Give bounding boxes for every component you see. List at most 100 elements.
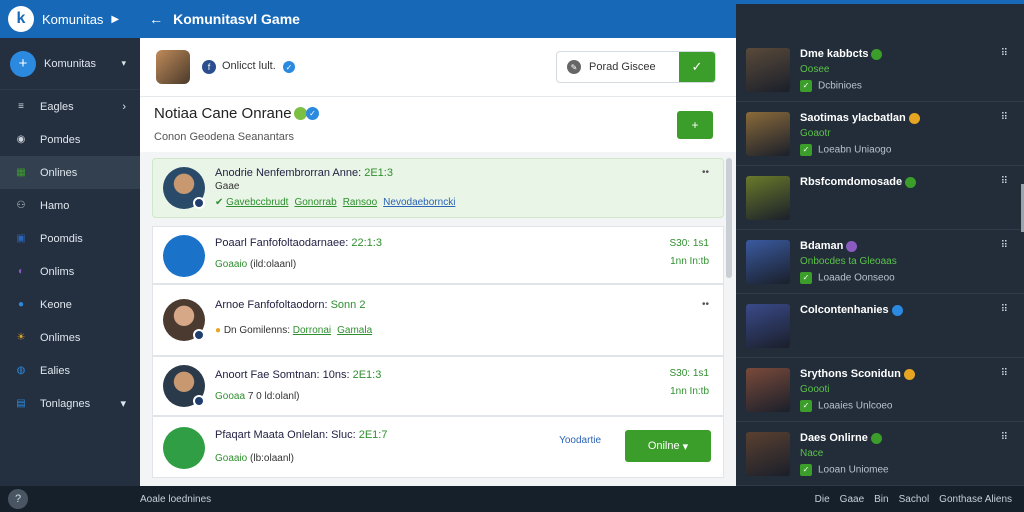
game-meta: Loeabn Uniaogo: [818, 144, 892, 156]
feed-card[interactable]: Anoort Fae Somtnan: 10ns: 2E1:3 Gooaa 7 …: [152, 356, 724, 416]
game-list-item[interactable]: Colcontenhanies ⠿: [736, 294, 1024, 358]
sidebar-item[interactable]: ≡ Eagles ›: [0, 90, 140, 123]
drag-handle-icon[interactable]: ⠿: [1001, 176, 1008, 187]
search-input[interactable]: ✎ Porad Giscee ✓: [556, 51, 716, 83]
back-icon[interactable]: ←: [149, 11, 163, 27]
game-list-item[interactable]: Bdaman Onbocdes ta Gleoaas ✓ Loaade Oonseoo…: [736, 230, 1024, 294]
sidebar-header[interactable]: + Komunitas ▾: [0, 38, 140, 90]
chevron-right-icon[interactable]: ▶: [111, 14, 119, 25]
right-panel: Dme kabbcts Oosee ✓ Dcbinioes ⠿ Saotimas ylac…: [736, 38, 1024, 486]
check-circle-icon: ✔: [215, 197, 227, 208]
game-list-item[interactable]: Srythons Sconidun Goooti ✓ Loaaies Unlcoeo ⠿: [736, 358, 1024, 422]
feed-card-highlighted[interactable]: Anodrie Nenfembrorran Anne: 2E1:3 Gaae ✔…: [152, 158, 724, 218]
tag-link[interactable]: Gavebccbrudt: [226, 197, 288, 208]
footer-link[interactable]: Bin: [874, 494, 888, 505]
feed-stat: S30: 1s1: [669, 238, 709, 249]
game-subtitle: Goooti: [800, 384, 830, 395]
footer-links: Die Gaae Bin Sachol Gonthase Aliens: [815, 494, 1012, 505]
user-icon[interactable]: [163, 235, 205, 277]
drag-handle-icon[interactable]: ⠿: [1001, 112, 1008, 123]
online-dropdown-button[interactable]: Onilne ▾: [625, 430, 711, 462]
game-thumbnail[interactable]: [746, 176, 790, 220]
feed-time: 2E1:3: [364, 167, 393, 179]
more-icon[interactable]: ••: [702, 167, 709, 178]
chevron-icon[interactable]: ›: [122, 101, 126, 113]
sidebar-item[interactable]: ● Keone: [0, 288, 140, 321]
sidebar-item[interactable]: ▣ Poomdis: [0, 222, 140, 255]
user-icon[interactable]: [163, 427, 205, 469]
main-panel: f Onlicct lult. ✓ ✎ Porad Giscee ✓ Notia…: [140, 38, 736, 486]
footer-link[interactable]: Gonthase Aliens: [939, 494, 1012, 505]
help-icon[interactable]: ?: [8, 489, 28, 509]
drag-handle-icon[interactable]: ⠿: [1001, 368, 1008, 379]
sidebar-item-label: Ealies: [40, 364, 70, 377]
game-thumbnail[interactable]: [746, 432, 790, 476]
feed-list: Anodrie Nenfembrorran Anne: 2E1:3 Gaae ✔…: [152, 158, 724, 478]
drag-handle-icon[interactable]: ⠿: [1001, 240, 1008, 251]
game-list-item[interactable]: Daes Onlirne Nace ✓ Looan Uniomee ⠿: [736, 422, 1024, 486]
search-submit-button[interactable]: ✓: [679, 52, 715, 82]
title-block: Notiaa Cane Onrane ✓ Conon Geodena Seana…: [140, 96, 736, 152]
avatar[interactable]: [156, 50, 190, 84]
username[interactable]: Onlicct lult.: [222, 60, 276, 72]
chevron-icon[interactable]: ▾: [120, 397, 126, 410]
sidebar-item-label: Eagles: [40, 100, 74, 113]
sidebar-header-label: Komunitas: [44, 57, 96, 70]
game-list-item[interactable]: Dme kabbcts Oosee ✓ Dcbinioes ⠿: [736, 38, 1024, 102]
ball-icon: ●: [17, 299, 25, 310]
drag-handle-icon[interactable]: ⠿: [1001, 432, 1008, 443]
badge-icon: [193, 197, 205, 209]
chevron-down-icon[interactable]: ▾: [121, 58, 126, 69]
game-meta: Loaaies Unlcoeo: [818, 400, 893, 412]
section-title: Notiaa Cane Onrane: [154, 105, 292, 122]
game-thumbnail[interactable]: [746, 368, 790, 412]
game-list-item[interactable]: Saotimas ylacbatlan Goaotr ✓ Loeabn Uniaogo…: [736, 102, 1024, 166]
feed-stat: S30: 1s1: [669, 368, 709, 379]
box-icon: ▤: [16, 398, 26, 409]
tag-link[interactable]: Ransoo: [343, 197, 377, 208]
more-icon[interactable]: ••: [702, 299, 709, 310]
sidebar-item[interactable]: ▤ Tonlagnes ▾: [0, 387, 140, 420]
tag-link[interactable]: Dorronai: [293, 325, 331, 336]
feed-card[interactable]: Arnoe Fanfofoltaodorn: Sonn 2 ● Dn Gomil…: [152, 284, 724, 356]
scrollbar[interactable]: [726, 158, 732, 278]
sidebar-item[interactable]: ☀ Onlimes: [0, 321, 140, 354]
sidebar-item[interactable]: ▦ Onlines: [0, 156, 140, 189]
game-thumbnail[interactable]: [746, 48, 790, 92]
sidebar-item[interactable]: ◐ Onlims: [0, 255, 140, 288]
feed-card[interactable]: Pfaqart Maata Onlelan: Sluc: 2E1:7 Goaai…: [152, 416, 724, 478]
game-title: Bdaman: [800, 240, 844, 252]
game-list: Dme kabbcts Oosee ✓ Dcbinioes ⠿ Saotimas ylac…: [736, 38, 1024, 486]
sidebar-item[interactable]: ⚇ Hamo: [0, 189, 140, 222]
footer-link[interactable]: Sachol: [899, 494, 930, 505]
tag-link[interactable]: Gonorrab: [294, 197, 336, 208]
status-badge-icon: [903, 368, 915, 380]
app-logo-icon[interactable]: k: [8, 6, 34, 32]
feed-card[interactable]: Poaarl Fanfofoltaodarnaee: 22:1:3 Goaaio…: [152, 226, 724, 284]
sidebar-item-label: Onlims: [40, 265, 75, 278]
game-thumbnail[interactable]: [746, 304, 790, 348]
footer-link[interactable]: Gaae: [840, 494, 864, 505]
sidebar-item[interactable]: ◉ Pomdes: [0, 123, 140, 156]
game-list-item[interactable]: Rbsfcomdomosade ⠿: [736, 166, 1024, 230]
drag-handle-icon[interactable]: ⠿: [1001, 304, 1008, 315]
feed-link[interactable]: Yoodartie: [559, 435, 601, 446]
drag-handle-icon[interactable]: ⠿: [1001, 48, 1008, 59]
user-icon: ⚇: [16, 200, 26, 211]
sidebar-item[interactable]: ◍ Ealies: [0, 354, 140, 387]
plus-icon[interactable]: +: [10, 50, 36, 77]
game-thumbnail[interactable]: [746, 240, 790, 284]
status-badge-icon: [905, 176, 917, 188]
status-badge-icon: [870, 432, 882, 444]
sidebar: + Komunitas ▾ ≡ Eagles › ◉ Pomdes ▦ Onlines ⚇ Ha…: [0, 38, 140, 486]
game-thumbnail[interactable]: [746, 112, 790, 156]
feed-author: Poaarl Fanfofoltaodarnaee:: [215, 237, 349, 249]
feed-meta: (ild:olaanl): [250, 259, 297, 270]
game-title: Srythons Sconidun: [800, 368, 901, 380]
footer-link[interactable]: Die: [815, 494, 830, 505]
tag-link[interactable]: Nevodaeborncki: [383, 197, 455, 208]
add-button[interactable]: +: [677, 111, 713, 139]
game-title: Saotimas ylacbatlan: [800, 112, 906, 124]
brand-name[interactable]: Komunitas: [42, 12, 103, 27]
tag-link[interactable]: Gamala: [337, 325, 372, 336]
